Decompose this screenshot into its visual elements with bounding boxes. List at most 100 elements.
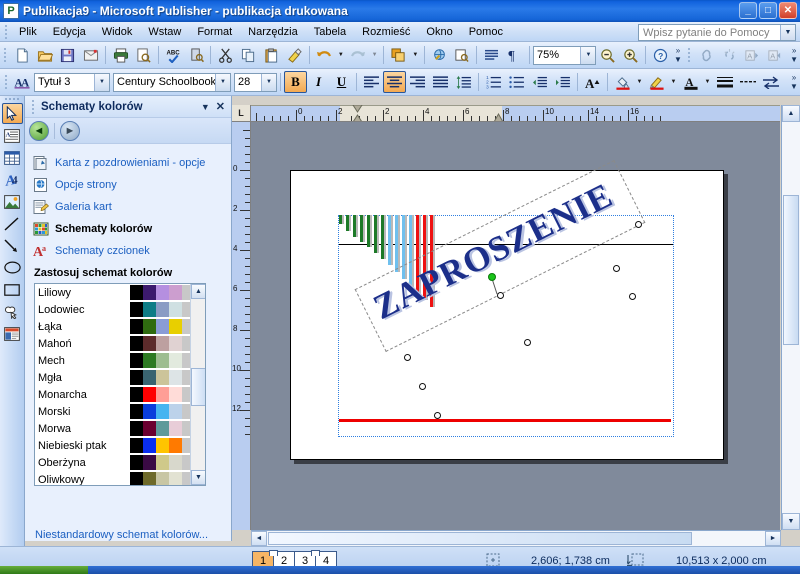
email-icon[interactable] <box>79 44 102 66</box>
menu-narzedzia[interactable]: Narzędzia <box>240 24 306 40</box>
redo-icon[interactable] <box>346 44 369 66</box>
ruler-margin-marker[interactable] <box>352 105 363 121</box>
extra-toolbar-options-icon[interactable]: » ▼ <box>788 43 800 67</box>
task-pane-close-icon[interactable]: ✕ <box>216 100 225 113</box>
document-canvas[interactable]: ZAPROSZENIE <box>251 122 780 530</box>
listbox-scrollbar[interactable]: ▲ ▼ <box>190 284 205 485</box>
style-dropdown-icon[interactable]: ▼ <box>94 73 109 91</box>
resize-handle-top-right[interactable] <box>629 293 636 300</box>
resize-handle-bottom-left[interactable] <box>404 354 411 361</box>
style-combo[interactable]: Tytuł 3 ▼ <box>34 72 110 92</box>
task-pane-back-button[interactable]: ◄ <box>29 120 49 141</box>
menu-widok[interactable]: Widok <box>94 24 141 40</box>
redo-dropdown-icon[interactable]: ▼ <box>369 44 380 66</box>
extra-toolbar-grip[interactable] <box>686 47 693 63</box>
formatting-toolbar-options-icon[interactable]: » ▼ <box>788 70 800 94</box>
web-preview-icon[interactable] <box>451 44 474 66</box>
scroll-right-icon[interactable]: ► <box>765 531 781 546</box>
task-pane-grip[interactable] <box>29 99 36 115</box>
rotation-handle[interactable] <box>488 273 496 281</box>
resize-handle-top-left[interactable] <box>434 412 441 419</box>
open-icon[interactable] <box>34 44 57 66</box>
list-item[interactable]: Liliowy <box>35 284 205 301</box>
select-objects-icon[interactable] <box>1 103 23 124</box>
italic-button[interactable]: I <box>307 71 330 93</box>
scroll-down-icon[interactable]: ▼ <box>782 513 800 530</box>
list-item[interactable]: Mgła <box>35 369 205 386</box>
resize-handle-right-mid[interactable] <box>613 265 620 272</box>
spelling-icon[interactable]: ABC <box>162 44 185 66</box>
maximize-button[interactable]: □ <box>759 2 777 19</box>
ruler-corner[interactable]: L <box>232 105 251 122</box>
font-color-dropdown-icon[interactable]: ▼ <box>702 71 713 93</box>
vertical-scroll-thumb[interactable] <box>783 195 799 345</box>
oval-icon[interactable] <box>2 257 23 278</box>
bullets-icon[interactable] <box>505 71 528 93</box>
task-pane-dropdown-icon[interactable]: ▼ <box>201 102 210 112</box>
align-center-button[interactable] <box>383 71 406 93</box>
break-text-link-icon[interactable] <box>718 44 741 66</box>
special-characters-icon[interactable] <box>480 44 503 66</box>
picture-frame-icon[interactable] <box>2 191 23 212</box>
ruler-margin-marker-right[interactable] <box>493 112 504 121</box>
list-item[interactable]: Morski <box>35 403 205 420</box>
design-gallery-icon[interactable] <box>2 323 23 344</box>
arrow-style-icon[interactable] <box>759 71 782 93</box>
menu-okno[interactable]: Okno <box>418 24 460 40</box>
previous-text-box-icon[interactable]: A <box>740 44 763 66</box>
zoom-dropdown-icon[interactable]: ▼ <box>580 46 596 64</box>
zoom-combo[interactable]: 75% ▼ <box>532 45 597 65</box>
task-pane-forward-button[interactable]: ► <box>60 120 80 141</box>
increase-font-size-icon[interactable]: A <box>581 71 604 93</box>
menu-plik[interactable]: Plik <box>11 24 45 40</box>
minimize-button[interactable]: _ <box>739 2 757 19</box>
menu-format[interactable]: Format <box>189 24 240 40</box>
vertical-ruler[interactable]: 0 2 4 6 8 10 12 <box>232 122 251 530</box>
task-pane-link-page-options[interactable]: Opcje strony <box>33 174 225 195</box>
task-pane-link-card-options[interactable]: Karta z pozdrowieniami - opcje <box>33 152 225 173</box>
save-icon[interactable] <box>57 44 80 66</box>
align-right-button[interactable] <box>406 71 429 93</box>
resize-handle-left-mid[interactable] <box>419 383 426 390</box>
insert-text-link-icon[interactable] <box>695 44 718 66</box>
fill-color-dropdown-icon[interactable]: ▼ <box>634 71 645 93</box>
show-formatting-icon[interactable]: ¶ <box>503 44 526 66</box>
design-checker-icon[interactable] <box>185 44 208 66</box>
line-spacing-icon[interactable] <box>452 71 475 93</box>
menu-tabela[interactable]: Tabela <box>306 24 354 40</box>
menu-edycja[interactable]: Edycja <box>45 24 94 40</box>
decrease-indent-icon[interactable] <box>528 71 551 93</box>
help-icon[interactable]: ? <box>649 44 672 66</box>
bring-front-icon[interactable] <box>387 44 410 66</box>
task-pane-link-font-schemes[interactable]: Aa Schematy czcionek <box>33 240 225 261</box>
wordart-icon[interactable]: A4 <box>2 169 23 190</box>
menu-pomoc[interactable]: Pomoc <box>461 24 511 40</box>
publication-page[interactable]: ZAPROSZENIE <box>290 159 724 460</box>
listbox-scroll-thumb[interactable] <box>191 368 205 406</box>
text-box-icon[interactable]: A <box>2 125 23 146</box>
numbering-icon[interactable]: 123 <box>482 71 505 93</box>
fill-color-icon[interactable] <box>611 71 634 93</box>
list-item[interactable]: Oberżyna <box>35 454 205 471</box>
insert-table-icon[interactable] <box>2 147 23 168</box>
undo-dropdown-icon[interactable]: ▼ <box>335 44 346 66</box>
close-button[interactable]: ✕ <box>779 2 797 19</box>
font-size-combo[interactable]: 28 ▼ <box>234 72 277 92</box>
dash-style-icon[interactable] <box>736 71 759 93</box>
list-item[interactable]: Niebieski ptak <box>35 437 205 454</box>
scroll-up-icon[interactable]: ▲ <box>782 105 800 122</box>
cut-icon[interactable] <box>214 44 237 66</box>
next-text-box-icon[interactable]: A <box>763 44 786 66</box>
rectangle-icon[interactable] <box>2 279 23 300</box>
menu-rozmiesc[interactable]: Rozmieść <box>354 24 418 40</box>
print-preview-icon[interactable] <box>132 44 155 66</box>
menu-grip-handle[interactable] <box>2 24 9 40</box>
toolbar-options-icon[interactable]: » ▼ <box>672 43 684 67</box>
list-item[interactable]: Mahoń <box>35 335 205 352</box>
list-item[interactable]: Lodowiec <box>35 301 205 318</box>
styles-and-formatting-icon[interactable]: AA <box>11 71 34 93</box>
resize-handle-bottom-mid[interactable] <box>524 339 531 346</box>
autoshapes-icon[interactable] <box>2 301 23 322</box>
listbox-scroll-up-icon[interactable]: ▲ <box>191 284 205 299</box>
line-icon[interactable] <box>2 213 23 234</box>
